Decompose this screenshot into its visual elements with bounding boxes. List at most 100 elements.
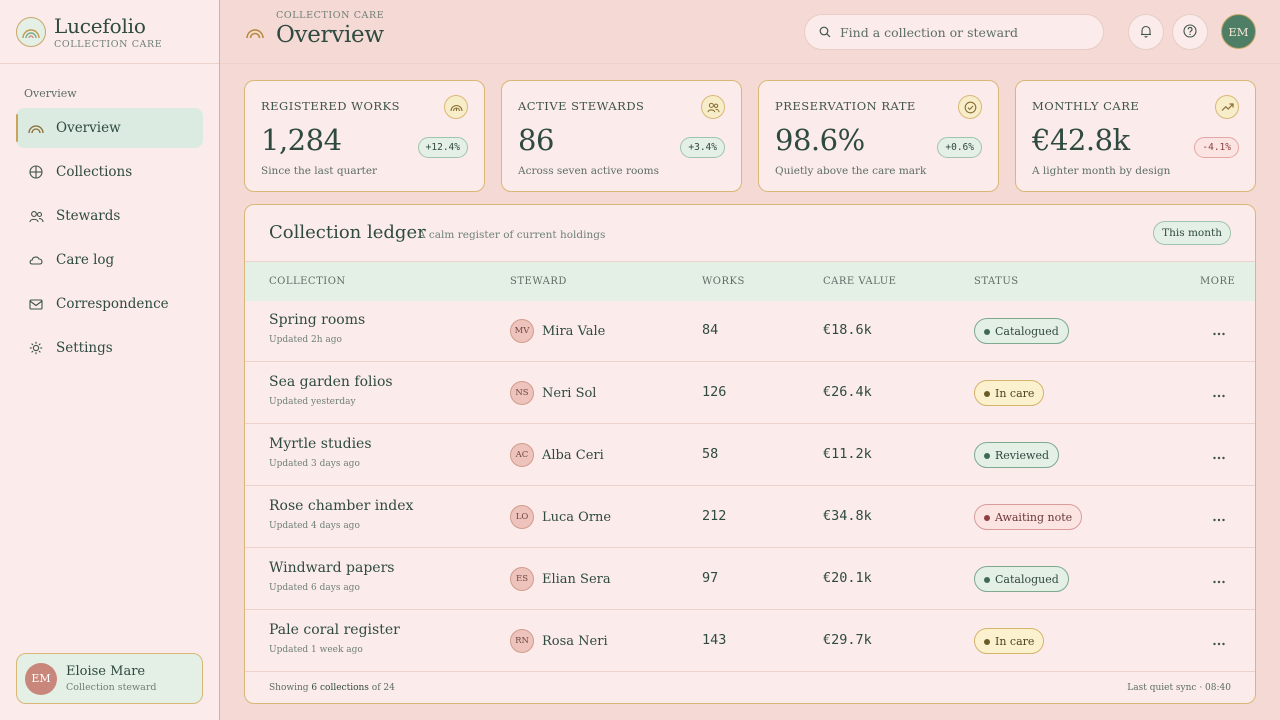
rainbow-icon — [444, 95, 468, 119]
search-input[interactable] — [840, 24, 1090, 40]
collection-name[interactable]: Rose chamber index — [269, 498, 413, 514]
sidebar-item-care-log[interactable]: Care log — [16, 240, 203, 280]
column-header-steward[interactable]: STEWARD — [510, 276, 567, 287]
table-row[interactable]: Pale coral register Updated 1 week ago RN R… — [245, 610, 1255, 672]
avatar[interactable]: EM — [1221, 14, 1256, 49]
column-header-works[interactable]: WORKS — [702, 276, 745, 287]
column-header-status[interactable]: STATUS — [974, 276, 1019, 287]
steward-name: Neri Sol — [542, 385, 597, 401]
collection-ledger: Collection ledger A calm register of cur… — [244, 204, 1256, 704]
stat-label: PRESERVATION RATE — [775, 99, 916, 113]
ellipsis-icon — [1213, 445, 1225, 464]
sidebar-item-overview[interactable]: Overview — [16, 108, 203, 148]
stat-card-preservation-rate: PRESERVATION RATE 98.6% +0.6% Quietly ab… — [758, 80, 999, 192]
steward: ES Elian Sera — [510, 567, 611, 591]
search-bar[interactable] — [804, 14, 1104, 50]
more-options-button[interactable] — [1211, 570, 1227, 586]
status-badge: Catalogued — [974, 318, 1069, 344]
stat-label: ACTIVE STEWARDS — [518, 99, 645, 113]
sidebar-item-label: Stewards — [56, 208, 121, 224]
collection-name[interactable]: Myrtle studies — [269, 436, 372, 452]
column-header-care-value[interactable]: CARE VALUE — [823, 276, 896, 287]
stat-label: REGISTERED WORKS — [261, 99, 401, 113]
column-header-collection[interactable]: COLLECTION — [269, 276, 346, 287]
sidebar-item-label: Correspondence — [56, 296, 169, 312]
works-count: 84 — [702, 322, 719, 338]
steward-name: Mira Vale — [542, 323, 606, 339]
sidebar-item-label: Care log — [56, 252, 115, 268]
sync-status: Last quiet sync · 08:40 — [1127, 683, 1231, 693]
table-row[interactable]: Spring rooms Updated 2h ago MV Mira Vale 84 €… — [245, 300, 1255, 362]
stat-card-active-stewards: ACTIVE STEWARDS 86 +3.4% Across seven ac… — [501, 80, 742, 192]
summary-prefix: Showing — [269, 683, 309, 693]
more-options-button[interactable] — [1211, 446, 1227, 462]
stat-value: 86 — [518, 123, 554, 157]
pagination-summary: Showing 6 collections of 24 — [269, 683, 395, 693]
more-options-button[interactable] — [1211, 384, 1227, 400]
status-badge: Awaiting note — [974, 504, 1083, 530]
stat-delta: +0.6% — [937, 137, 982, 158]
works-count: 126 — [702, 384, 727, 400]
care-value: €11.2k — [823, 446, 872, 462]
status-badge: In care — [974, 380, 1045, 406]
more-options-button[interactable] — [1211, 508, 1227, 524]
rainbow-icon — [28, 120, 44, 136]
app-name: Lucefolio — [54, 13, 146, 38]
table-row[interactable]: Sea garden folios Updated yesterday NS Neri… — [245, 362, 1255, 424]
ellipsis-icon — [1213, 631, 1225, 650]
brand[interactable]: Lucefolio COLLECTION CARE — [16, 14, 162, 50]
search-icon — [819, 23, 831, 42]
collection-updated: Updated 3 days ago — [269, 459, 360, 469]
collection-name[interactable]: Pale coral register — [269, 622, 400, 638]
nav-section-label: Overview — [24, 87, 77, 100]
care-value: €26.4k — [823, 384, 872, 400]
people-icon — [28, 208, 44, 224]
user-card[interactable]: EM Eloise Mare Collection steward — [16, 653, 203, 704]
table-row[interactable]: Rose chamber index Updated 4 days ago LO Lu… — [245, 486, 1255, 548]
steward: LO Luca Orne — [510, 505, 611, 529]
avatar: MV — [510, 319, 534, 343]
collection-name[interactable]: Windward papers — [269, 560, 394, 576]
stat-value: 1,284 — [261, 123, 342, 157]
collection-name[interactable]: Spring rooms — [269, 312, 365, 328]
table-row[interactable]: Windward papers Updated 6 days ago ES Elian… — [245, 548, 1255, 610]
stat-value: 98.6% — [775, 123, 865, 157]
works-count: 58 — [702, 446, 719, 462]
summary-count: 6 collections — [311, 683, 369, 693]
help-button[interactable] — [1172, 14, 1208, 50]
table-header: COLLECTION STEWARD WORKS CARE VALUE STAT… — [245, 261, 1255, 301]
steward-name: Alba Ceri — [542, 447, 604, 463]
stat-delta: +12.4% — [417, 137, 468, 158]
ellipsis-icon — [1213, 569, 1225, 588]
sidebar-item-correspondence[interactable]: Correspondence — [16, 284, 203, 324]
page-kicker: COLLECTION CARE — [276, 10, 385, 21]
stat-note: A lighter month by design — [1032, 165, 1171, 177]
steward: MV Mira Vale — [510, 319, 605, 343]
more-options-button[interactable] — [1211, 632, 1227, 648]
avatar: EM — [25, 662, 57, 695]
column-header-more: MORE — [1200, 276, 1236, 287]
sidebar-item-settings[interactable]: Settings — [16, 328, 203, 368]
sidebar-item-label: Settings — [56, 340, 113, 356]
period-filter-button[interactable]: This month — [1153, 221, 1231, 245]
works-count: 143 — [702, 632, 727, 648]
collection-name[interactable]: Sea garden folios — [269, 374, 393, 390]
sidebar-item-stewards[interactable]: Stewards — [16, 196, 203, 236]
check-circle-icon — [958, 95, 982, 119]
steward: RN Rosa Neri — [510, 629, 608, 653]
steward-name: Rosa Neri — [542, 633, 608, 649]
avatar: RN — [510, 629, 534, 653]
status-badge: Reviewed — [974, 442, 1060, 468]
more-options-button[interactable] — [1211, 322, 1227, 338]
notifications-button[interactable] — [1128, 14, 1164, 50]
bell-icon — [1140, 23, 1152, 42]
care-value: €34.8k — [823, 508, 872, 524]
summary-suffix: of 24 — [371, 683, 395, 693]
app-subtitle: COLLECTION CARE — [54, 38, 163, 50]
stat-card-registered-works: REGISTERED WORKS 1,284 +12.4% Since the … — [244, 80, 485, 192]
ledger-subtitle: A calm register of current holdings — [418, 229, 606, 241]
sidebar-item-collections[interactable]: Collections — [16, 152, 203, 192]
ellipsis-icon — [1213, 383, 1225, 402]
table-row[interactable]: Myrtle studies Updated 3 days ago AC Alba C… — [245, 424, 1255, 486]
sidebar-divider — [0, 63, 219, 64]
